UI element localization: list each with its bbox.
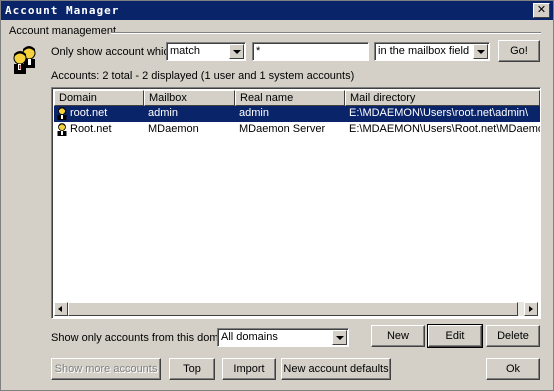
match-select[interactable]: match xyxy=(166,42,246,61)
top-button[interactable]: Top xyxy=(169,358,215,380)
scroll-left-icon[interactable] xyxy=(54,302,68,316)
show-more-accounts-button[interactable]: Show more accounts xyxy=(51,358,161,380)
cell-mail-directory: E:\MDAEMON\Users\Root.net\MDaemon\ xyxy=(349,123,540,135)
chevron-down-icon[interactable] xyxy=(229,44,244,59)
cell-mailbox: admin xyxy=(148,107,178,119)
column-header-mailbox[interactable]: Mailbox xyxy=(144,90,235,106)
edit-button[interactable]: Edit xyxy=(427,324,483,348)
field-select[interactable]: in the mailbox field xyxy=(374,42,490,61)
user-account-icon xyxy=(57,107,67,120)
filter-label: Only show account which xyxy=(51,46,176,58)
pattern-input-value: * xyxy=(256,45,261,57)
cell-mailbox: MDaemon xyxy=(148,123,199,135)
chevron-down-icon[interactable] xyxy=(332,330,347,345)
account-manager-window: Account Manager ✕ Account management Onl… xyxy=(0,0,554,391)
cell-real-name: admin xyxy=(239,107,269,119)
match-select-value: match xyxy=(170,45,200,57)
domain-select-value: All domains xyxy=(221,331,278,343)
close-button[interactable]: ✕ xyxy=(533,3,550,18)
domain-select[interactable]: All domains xyxy=(217,328,349,347)
horizontal-scrollbar[interactable] xyxy=(54,302,538,316)
user-account-icon xyxy=(57,123,67,136)
column-header-real-name[interactable]: Real name xyxy=(235,90,345,106)
cell-real-name: MDaemon Server xyxy=(239,123,326,135)
new-account-defaults-button[interactable]: New account defaults xyxy=(281,358,391,380)
cell-mail-directory: E:\MDAEMON\Users\root.net\admin\ xyxy=(349,107,529,119)
window-title: Account Manager xyxy=(5,4,120,17)
column-header-mail-directory[interactable]: Mail directory xyxy=(345,90,540,106)
chevron-down-icon[interactable] xyxy=(473,44,488,59)
field-select-value: in the mailbox field xyxy=(378,45,470,57)
cell-domain: root.net xyxy=(70,107,108,119)
table-row[interactable]: root.net admin admin E:\MDAEMON\Users\ro… xyxy=(54,106,540,122)
scrollbar-thumb[interactable] xyxy=(68,302,518,316)
cell-domain: Root.net xyxy=(70,123,112,135)
pattern-input[interactable]: * xyxy=(252,42,369,61)
new-button[interactable]: New xyxy=(371,325,425,347)
title-bar[interactable]: Account Manager ✕ xyxy=(1,1,553,20)
ok-button[interactable]: Ok xyxy=(486,358,540,380)
table-row[interactable]: Root.net MDaemon MDaemon Server E:\MDAEM… xyxy=(54,122,540,138)
column-header-domain[interactable]: Domain xyxy=(54,90,144,106)
accounts-list[interactable]: Domain Mailbox Real name Mail directory … xyxy=(51,87,541,319)
users-icon xyxy=(13,46,36,74)
group-divider xyxy=(111,32,541,34)
scroll-right-icon[interactable] xyxy=(524,302,538,316)
go-button[interactable]: Go! xyxy=(498,40,540,62)
accounts-summary: Accounts: 2 total - 2 displayed (1 user … xyxy=(51,70,355,82)
domain-filter-label: Show only accounts from this domain xyxy=(51,332,234,344)
delete-button[interactable]: Delete xyxy=(486,325,540,347)
import-button[interactable]: Import xyxy=(222,358,276,380)
group-label: Account management xyxy=(9,25,117,37)
